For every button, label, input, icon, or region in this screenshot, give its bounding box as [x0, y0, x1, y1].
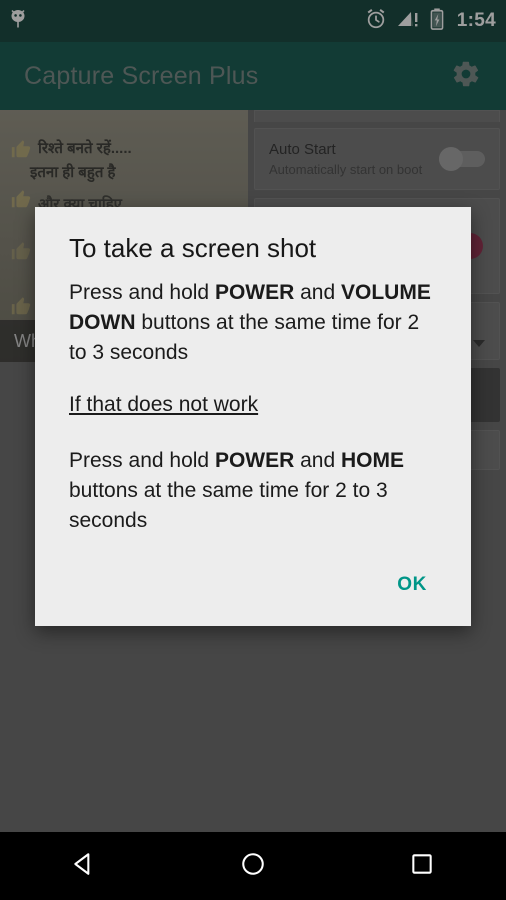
nav-home-button[interactable]	[213, 832, 293, 900]
phone-screen: 1:54 Capture Screen Plus रिश्ते बनते रहे…	[0, 0, 506, 900]
dialog-actions: OK	[49, 558, 457, 620]
para2-part2: and	[294, 449, 341, 472]
para2-part1: Press and hold	[69, 449, 215, 472]
para2-bold2: HOME	[341, 449, 404, 472]
para1-part2: and	[294, 281, 341, 304]
nav-recents-button[interactable]	[382, 832, 462, 900]
navigation-bar	[0, 832, 506, 900]
dialog-paragraph-1: Press and hold POWER and VOLUME DOWN but…	[69, 278, 437, 368]
recents-square-icon	[409, 851, 435, 882]
back-triangle-icon	[71, 851, 97, 882]
para2-bold1: POWER	[214, 449, 295, 472]
para1-bold1: POWER	[214, 281, 295, 304]
para1-part1: Press and hold	[69, 281, 215, 304]
dialog-title: To take a screen shot	[69, 233, 317, 263]
para2-part3: buttons at the same time for 2 to 3 seco…	[69, 479, 388, 532]
dialog-body: Press and hold POWER and VOLUME DOWN but…	[49, 278, 457, 536]
dialog-paragraph-2: Press and hold POWER and HOME buttons at…	[69, 446, 437, 536]
ok-button[interactable]: OK	[387, 566, 437, 604]
nav-back-button[interactable]	[44, 832, 124, 900]
home-circle-icon	[240, 851, 266, 882]
screenshot-instructions-dialog: To take a screen shot Press and hold POW…	[35, 207, 471, 626]
dialog-subheading: If that does not work	[69, 393, 259, 416]
